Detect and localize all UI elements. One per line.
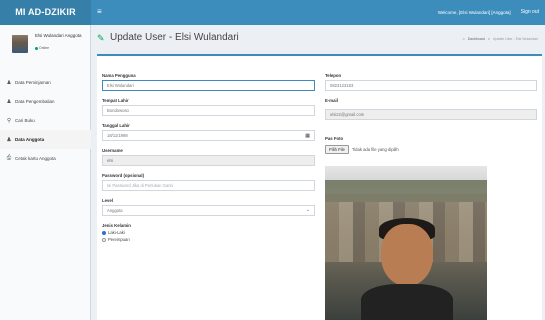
radio-checked-icon[interactable] [102, 230, 106, 235]
page-title-text: Update User - Elsi Wulandari [110, 32, 239, 43]
sidebar-menu: ♟ Data Peminjaman ♟ Data Pengembalian ⚲ … [0, 73, 91, 168]
sidebar-item-cari-buku[interactable]: ⚲ Cari Buku [0, 111, 91, 130]
signout-link[interactable]: Sign out [521, 0, 539, 25]
file-status: Tidak ada file yang dipilih [351, 147, 399, 152]
navbar-right: Welcome, [Elsi Wulandari] [Anggota] Sign… [438, 0, 539, 25]
sidebar-item-label: Cari Buku [15, 118, 35, 123]
radio-laki-laki[interactable]: Laki-Laki [102, 230, 125, 235]
hamburger-icon[interactable]: ≡ [97, 8, 105, 16]
breadcrumb-current: Update User - Elsi Wulandari [492, 37, 538, 41]
level-select[interactable]: Anggota ⌄ [102, 205, 315, 216]
profile-photo [325, 166, 487, 320]
sidebar-item-data-anggota[interactable]: ♟ Data Anggota [0, 130, 91, 149]
breadcrumb-separator-icon: > [487, 37, 490, 41]
tempat-lahir-input[interactable]: Bondowoso [102, 105, 315, 116]
level-value: Anggota [107, 208, 123, 213]
search-icon: ⚲ [6, 117, 12, 124]
sidebar-item-label: Data Pengembalian [15, 99, 55, 104]
sidebar-item-label: Data Anggota [15, 137, 45, 142]
password-input[interactable]: Isi Password Jika di Perlukan Ganti [102, 180, 315, 191]
home-icon: ⌂ [462, 37, 465, 41]
radio-perempuan-label: Perempuan [108, 237, 130, 242]
sidebar: Elsi Wulandari Anggota Online ♟ Data Pem… [0, 25, 91, 320]
sidebar-item-data-peminjaman[interactable]: ♟ Data Peminjaman [0, 73, 91, 92]
online-dot-icon [35, 46, 38, 50]
tempat-lahir-label: Tempat Lahir [102, 98, 129, 103]
sidebar-item-label: Data Peminjaman [15, 80, 51, 85]
welcome-text[interactable]: Welcome, [Elsi Wulandari] [Anggota] [438, 0, 511, 25]
sidebar-item-label: Cetak kartu Anggota [15, 156, 56, 161]
content-header: ✎ Update User - Elsi Wulandari ⌂ Dashboa… [97, 32, 542, 48]
level-label: Level [102, 198, 113, 203]
user-status: Online [35, 46, 49, 50]
avatar [12, 35, 28, 53]
telepon-label: Telepon [325, 73, 342, 78]
user-icon: ♟ [6, 79, 12, 86]
radio-unchecked-icon[interactable] [102, 237, 106, 242]
edit-icon: ✎ [97, 32, 105, 43]
tanggal-lahir-input[interactable]: 18/11/1998 ▦ [102, 130, 315, 141]
sidebar-item-cetak-kartu[interactable]: ⎙ Cetak kartu Anggota [0, 149, 91, 168]
user-icon: ♟ [6, 98, 12, 105]
file-input[interactable]: Pilih File Tidak ada file yang dipilih [325, 145, 399, 154]
user-name: Elsi Wulandari Anggota [35, 33, 82, 38]
choose-file-button[interactable]: Pilih File [325, 145, 349, 154]
username-label: Username [102, 148, 123, 153]
top-navbar: MI AD-DZIKIR ≡ Welcome, [Elsi Wulandari]… [0, 0, 545, 25]
app-brand[interactable]: MI AD-DZIKIR [0, 0, 91, 25]
form-box: Nama Pengguna Elsi Wulandari Tempat Lahi… [97, 54, 542, 320]
radio-perempuan[interactable]: Perempuan [102, 237, 130, 242]
username-input[interactable]: elsi [102, 155, 315, 166]
chevron-down-icon: ⌄ [305, 207, 310, 213]
password-label: Password (opsional) [102, 173, 145, 178]
breadcrumb: ⌂ Dashboard > Update User - Elsi Wulanda… [463, 37, 538, 41]
jenis-kelamin-label: Jenis Kelamin [102, 223, 131, 228]
user-panel: Elsi Wulandari Anggota Online [0, 25, 91, 65]
tanggal-lahir-value: 18/11/1998 [107, 133, 128, 138]
sidebar-item-data-pengembalian[interactable]: ♟ Data Pengembalian [0, 92, 91, 111]
radio-laki-laki-label: Laki-Laki [108, 230, 125, 235]
page-title: ✎ Update User - Elsi Wulandari [97, 32, 239, 43]
nama-label: Nama Pengguna [102, 73, 136, 78]
email-label: E-mail [325, 98, 338, 103]
email-input[interactable]: elsi22@gmail.com [325, 109, 537, 120]
user-status-label: Online [39, 46, 50, 50]
print-icon: ⎙ [6, 155, 12, 161]
telepon-input[interactable]: 0823123183 [325, 80, 537, 91]
user-icon: ♟ [6, 136, 12, 143]
nama-input[interactable]: Elsi Wulandari [102, 80, 315, 91]
breadcrumb-dashboard[interactable]: Dashboard [468, 37, 485, 41]
tanggal-lahir-label: Tanggal Lahir [102, 123, 130, 128]
foto-label: Pas Foto [325, 136, 344, 141]
calendar-icon[interactable]: ▦ [305, 132, 310, 141]
